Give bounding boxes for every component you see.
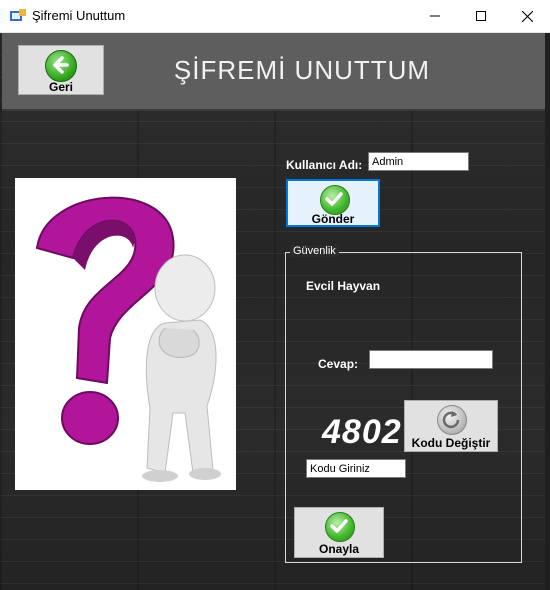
username-label: Kullanıcı Adı:: [286, 158, 363, 172]
minimize-button[interactable]: [412, 0, 458, 32]
security-group-legend: Güvenlik: [290, 245, 339, 257]
check-icon: [325, 512, 355, 542]
answer-label: Cevap:: [318, 357, 359, 371]
confirm-button-label: Onayla: [318, 542, 360, 556]
back-button-label: Geri: [48, 80, 73, 94]
confirm-button[interactable]: Onayla: [294, 507, 384, 558]
form-client-area: Geri ŞİFREMİ UNUTTUM Kullanıcı Adı: Gönd…: [0, 33, 550, 590]
send-button[interactable]: Gönder: [286, 179, 380, 227]
captcha-code: 4802: [322, 413, 402, 451]
close-button[interactable]: [504, 0, 550, 32]
send-button-label: Gönder: [311, 212, 355, 226]
change-code-label: Kodu Değiştir: [411, 436, 491, 450]
code-input[interactable]: [306, 459, 406, 478]
question-mark-illustration: [15, 178, 236, 490]
app-icon: [10, 9, 26, 21]
username-input[interactable]: [368, 152, 469, 171]
window-edge: [545, 33, 550, 590]
security-question: Evcil Hayvan: [306, 279, 381, 293]
title-bar: Şifremi Unuttum: [0, 0, 550, 33]
minimize-icon: [430, 15, 440, 17]
close-icon: [521, 10, 533, 22]
arrow-left-icon: [45, 50, 77, 82]
change-code-button[interactable]: Kodu Değiştir: [404, 400, 498, 452]
maximize-icon: [476, 11, 486, 21]
answer-input[interactable]: [369, 350, 493, 369]
window-title: Şifremi Unuttum: [32, 8, 126, 23]
refresh-icon: [437, 405, 467, 435]
maximize-button[interactable]: [458, 0, 504, 32]
page-title: ŞİFREMİ UNUTTUM: [173, 55, 431, 85]
back-button[interactable]: Geri: [18, 45, 104, 95]
check-icon: [320, 185, 350, 215]
header-band: Geri ŞİFREMİ UNUTTUM: [2, 33, 548, 111]
